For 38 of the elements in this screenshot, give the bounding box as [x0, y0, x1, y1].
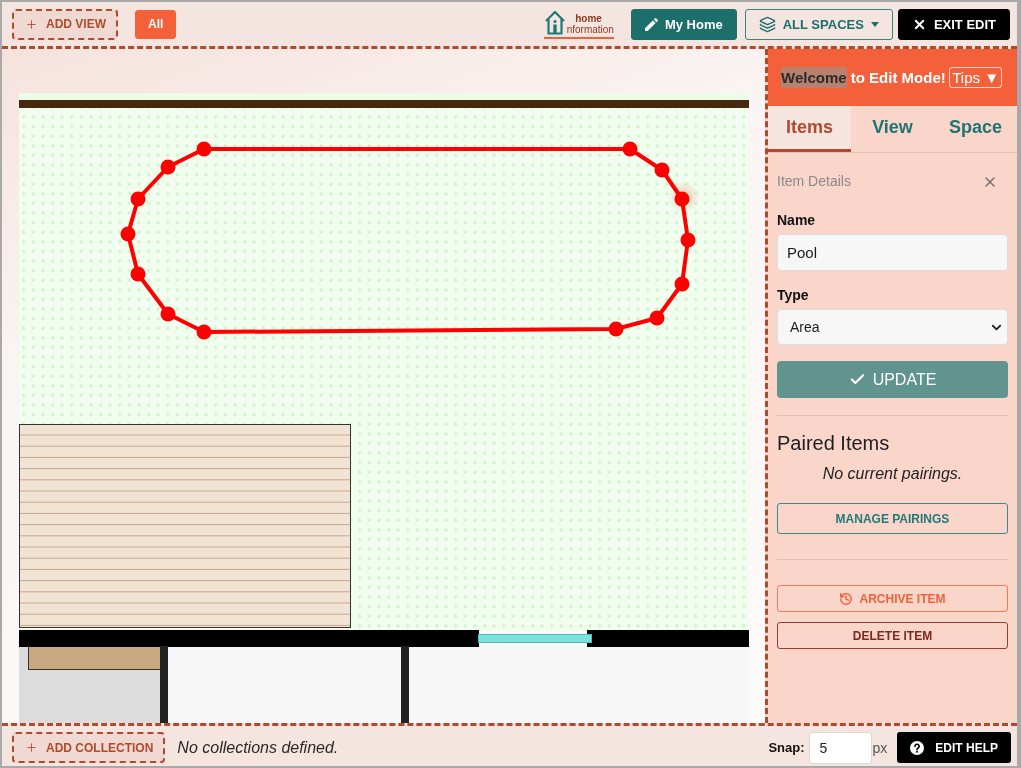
update-button[interactable]: UPDATE: [777, 361, 1008, 398]
tips-button[interactable]: Tips ▼: [949, 67, 1002, 88]
panel-tab[interactable]: View: [851, 106, 934, 152]
logo-text: nformation: [566, 23, 614, 35]
panel-tab[interactable]: Space: [934, 106, 1017, 152]
archive-button[interactable]: ARCHIVE ITEM: [777, 585, 1008, 612]
field-label: Type: [777, 288, 810, 302]
history-icon: [839, 591, 854, 606]
snap-label: Snap:: [768, 740, 805, 755]
type-select[interactable]: Area: [777, 309, 1008, 345]
spaces-dropdown[interactable]: ALL SPACES: [744, 8, 893, 40]
section-title: Item Details: [777, 173, 851, 190]
house-icon: [543, 9, 566, 35]
panel-tab[interactable]: Items: [768, 106, 851, 152]
plus-icon: [25, 741, 38, 754]
pencil-icon: [644, 17, 658, 31]
empty-message: No current pairings.: [822, 465, 963, 483]
caret-icon: [870, 21, 879, 27]
snap-input[interactable]: 5: [808, 731, 872, 764]
add-collection-button[interactable]: ADD COLLECTION: [12, 732, 166, 763]
unit-label: px: [872, 739, 888, 756]
field-label: Name: [777, 213, 817, 227]
area-outline[interactable]: [120, 141, 700, 340]
add-view-button[interactable]: ADD VIEW: [12, 8, 118, 40]
view-button[interactable]: All: [135, 9, 177, 39]
section-heading: Paired Items: [777, 432, 891, 454]
help-icon: [910, 740, 925, 755]
name-input[interactable]: Pool: [777, 234, 1008, 271]
logo-text: home: [575, 12, 602, 24]
delete-button[interactable]: DELETE ITEM: [777, 622, 1008, 649]
plus-icon: [25, 17, 38, 31]
panel-title: Welcome to Edit Mode!: [781, 69, 946, 86]
layers-icon: [758, 15, 776, 33]
empty-message: No collections defined.: [177, 738, 339, 757]
manage-pairings-button[interactable]: MANAGE PAIRINGS: [777, 503, 1008, 534]
exit-edit-button[interactable]: EXIT EDIT: [897, 8, 1010, 40]
edit-help-button[interactable]: EDIT HELP: [897, 732, 1011, 763]
home-button[interactable]: My Home: [630, 8, 737, 40]
